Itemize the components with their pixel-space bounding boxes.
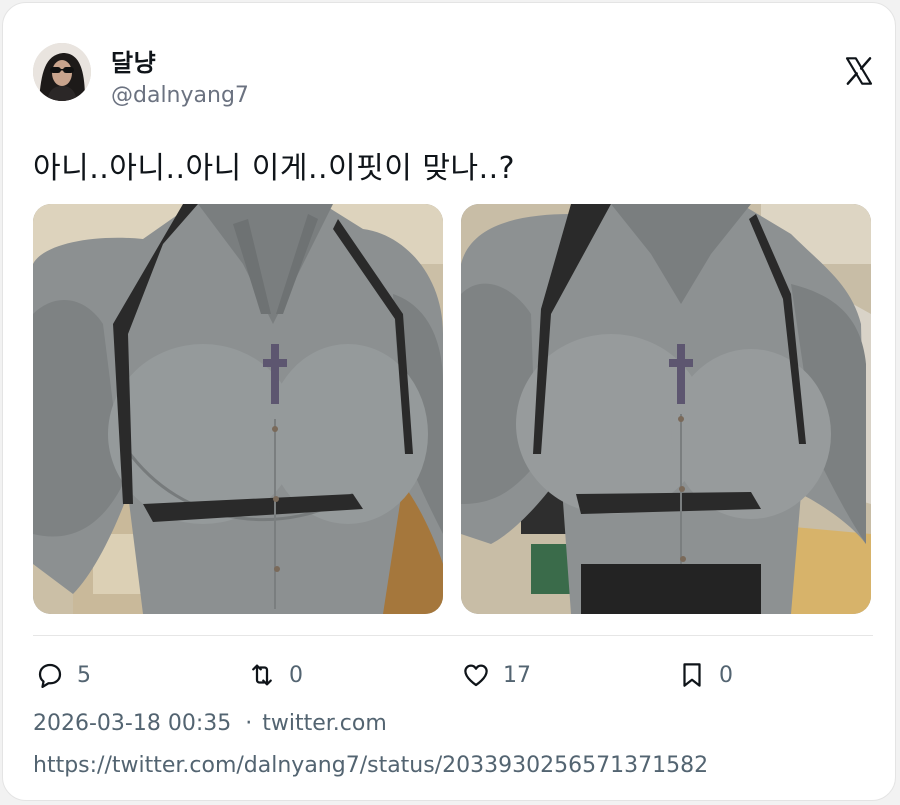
tweet-photo-1[interactable] <box>33 204 443 614</box>
heart-icon <box>464 664 488 687</box>
display-name[interactable]: 달냥 <box>111 43 156 78</box>
tweet-text: 아니..아니..아니 이게..이핏이 맞나..? <box>33 151 516 186</box>
retweet-icon <box>252 664 272 686</box>
source-link[interactable]: twitter.com <box>262 711 387 736</box>
reply-icon <box>38 663 62 688</box>
tweet-photo-2[interactable] <box>461 204 871 614</box>
timestamp[interactable]: 2026-03-18 00:35 <box>33 711 231 736</box>
retweet-count: 0 <box>289 662 303 688</box>
avatar[interactable] <box>33 43 91 101</box>
retweet-button[interactable]: 0 <box>247 657 303 693</box>
bookmark-button[interactable]: 0 <box>677 657 733 693</box>
divider <box>33 635 873 636</box>
bookmark-count: 0 <box>719 662 733 688</box>
tweet-card: 달냥 @dalnyang7 아니..아니..아니 이게..이핏이 맞나..? 5… <box>2 2 896 801</box>
x-logo-icon[interactable] <box>843 55 875 87</box>
user-handle[interactable]: @dalnyang7 <box>111 83 249 108</box>
tweet-url[interactable]: https://twitter.com/dalnyang7/status/203… <box>33 753 708 778</box>
tweet-meta: 2026-03-18 00:35 · twitter.com <box>33 711 387 736</box>
reply-button[interactable]: 5 <box>35 657 91 693</box>
like-button[interactable]: 17 <box>461 657 531 693</box>
like-count: 17 <box>503 662 531 688</box>
reply-count: 5 <box>77 662 91 688</box>
bookmark-icon <box>683 663 701 687</box>
meta-separator: · <box>245 711 253 736</box>
